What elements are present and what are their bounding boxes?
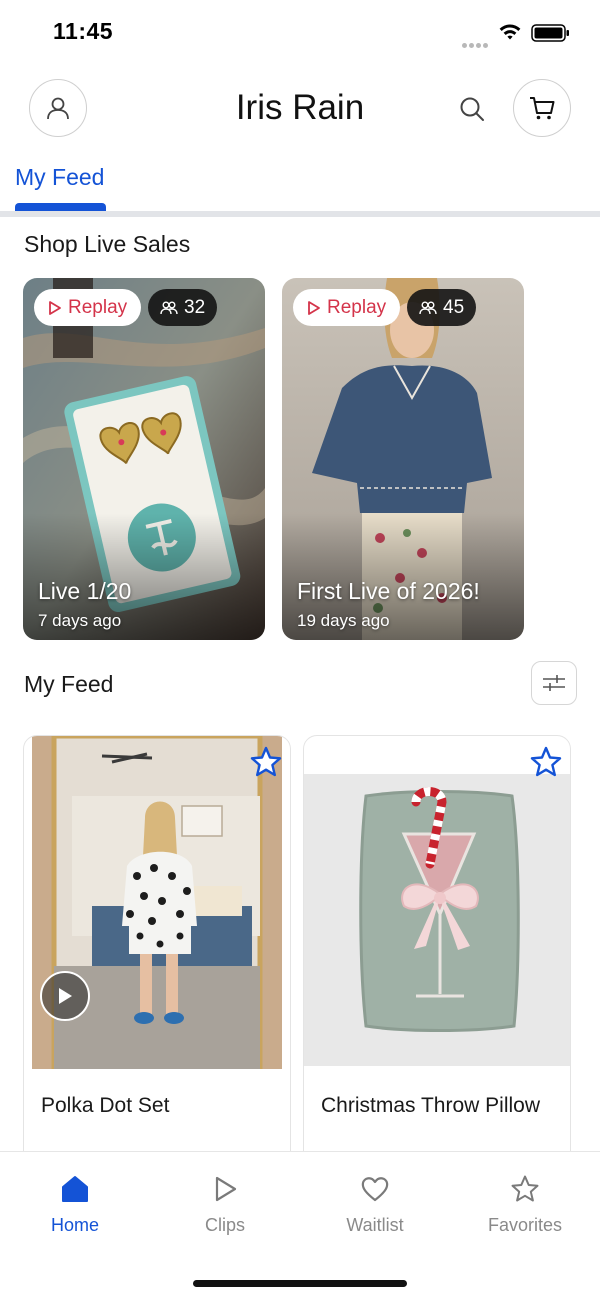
live-title: First Live of 2026! [297, 578, 480, 604]
home-indicator [193, 1280, 407, 1287]
viewers-icon [419, 301, 437, 314]
live-time-ago: 7 days ago [38, 611, 122, 630]
star-icon [511, 1175, 539, 1202]
status-bar: 11:45 [0, 0, 600, 66]
nav-home-label: Home [50, 1215, 99, 1235]
feed-item-card[interactable]: Christmas Throw Pillow [303, 735, 571, 1165]
signal-dots-icon [462, 35, 490, 53]
replay-label: Replay [327, 296, 387, 318]
live-card[interactable]: Replay 45 First Live of 2026! 19 days ag… [282, 278, 524, 640]
viewer-count: 32 [184, 296, 206, 318]
play-icon [215, 1176, 237, 1202]
viewer-count-badge: 32 [148, 289, 218, 326]
play-icon [59, 988, 72, 1004]
favorite-button[interactable] [528, 744, 564, 780]
nav-home[interactable]: Home [0, 1174, 150, 1236]
nav-favorites[interactable]: Favorites [450, 1174, 600, 1236]
play-outline-icon [308, 300, 320, 315]
home-icon [62, 1176, 88, 1202]
video-play-button[interactable] [40, 971, 90, 1021]
tab-my-feed[interactable]: My Feed [15, 164, 104, 191]
live-section-title: Shop Live Sales [24, 231, 191, 257]
cart-icon [530, 97, 555, 120]
product-image [32, 736, 282, 1069]
tab-divider [0, 211, 600, 217]
filter-button[interactable] [531, 661, 577, 705]
star-icon [250, 746, 282, 777]
viewers-icon [160, 301, 178, 314]
battery-icon [531, 24, 569, 42]
tab-bar: My Feed [0, 150, 600, 218]
tab-active-indicator [15, 203, 106, 211]
wifi-icon [499, 24, 521, 40]
heart-icon [361, 1177, 389, 1202]
nav-waitlist-label: Waitlist [346, 1215, 404, 1235]
status-time: 11:45 [53, 18, 114, 44]
app-header: Iris Rain [0, 66, 600, 150]
nav-favorites-label: Favorites [487, 1215, 563, 1235]
live-title: Live 1/20 [38, 578, 132, 604]
sliders-icon [543, 675, 565, 691]
search-button[interactable] [456, 93, 488, 125]
replay-badge: Replay [34, 289, 142, 326]
star-icon [530, 746, 562, 777]
bottom-nav: Home Clips Waitlist Favorites [0, 1151, 600, 1299]
search-icon [460, 97, 484, 121]
feed-item-card[interactable]: Polka Dot Set [23, 735, 291, 1165]
nav-waitlist[interactable]: Waitlist [300, 1174, 450, 1236]
product-image [304, 774, 570, 1066]
replay-badge: Replay [293, 289, 401, 326]
favorite-button[interactable] [248, 744, 284, 780]
product-name: Christmas Throw Pillow [321, 1094, 540, 1117]
nav-clips[interactable]: Clips [150, 1174, 300, 1236]
product-name: Polka Dot Set [41, 1094, 170, 1117]
live-card[interactable]: Replay 32 Live 1/20 7 days ago [23, 278, 265, 640]
feed-section-title: My Feed [24, 671, 114, 697]
live-time-ago: 19 days ago [297, 611, 390, 630]
cart-button[interactable] [513, 79, 571, 137]
viewer-count-badge: 45 [407, 289, 477, 326]
nav-clips-label: Clips [204, 1215, 245, 1235]
shop-title: Iris Rain [235, 88, 365, 127]
replay-label: Replay [68, 296, 128, 318]
viewer-count: 45 [443, 296, 465, 318]
play-outline-icon [49, 300, 61, 315]
